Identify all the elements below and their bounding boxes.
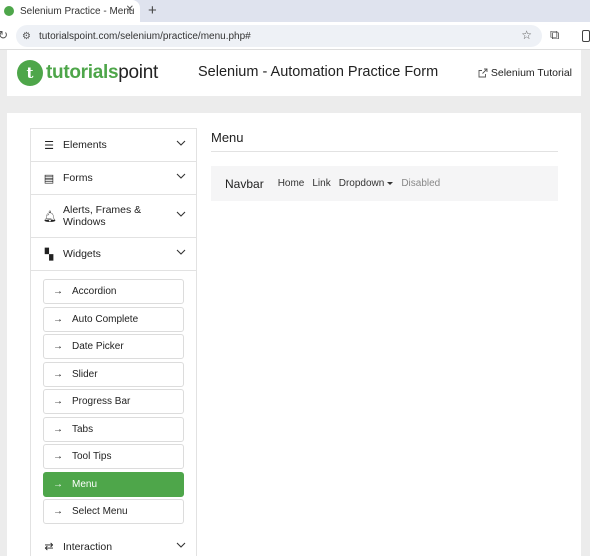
url-text: tutorialspoint.com/selenium/practice/men…: [38, 30, 251, 42]
caret-down-icon: [387, 181, 394, 185]
content-area: Menu Navbar Home Link Dropdown Disabled: [211, 130, 558, 201]
arrow-right-icon: →: [53, 286, 63, 297]
nav-dropdown[interactable]: Dropdown: [339, 178, 394, 189]
address-bar[interactable]: ⚙ tutorialspoint.com/selenium/practice/m…: [16, 25, 542, 47]
chevron-down-icon: [176, 540, 186, 550]
form-icon: ▤: [43, 172, 55, 185]
sidebar-section-elements[interactable]: ☰ Elements: [31, 129, 196, 162]
sidebar-item-tabs[interactable]: → Tabs: [43, 416, 184, 442]
close-icon[interactable]: ✕: [126, 4, 134, 15]
side-panel-icon[interactable]: [582, 30, 590, 42]
logo-text: tutorialspoint: [46, 62, 158, 83]
selenium-tutorial-link[interactable]: Selenium Tutorial: [478, 67, 572, 79]
sidebar-section-label: Widgets: [63, 248, 101, 260]
plus-icon[interactable]: +: [148, 2, 157, 19]
sidebar-item-date-picker[interactable]: → Date Picker: [43, 334, 184, 359]
arrow-right-icon: →: [53, 451, 63, 462]
site-logo[interactable]: t tutorialspoint: [17, 60, 158, 86]
browser-tab-title: Selenium Practice - Menu: [20, 5, 135, 17]
arrow-right-icon: →: [53, 478, 63, 490]
sidebar-item-select-menu[interactable]: → Select Menu: [43, 499, 184, 524]
widgets-list: → Accordion → Auto Complete → Date Picker →…: [31, 271, 196, 531]
sidebar-item-auto-complete[interactable]: → Auto Complete: [43, 306, 184, 332]
main-panel: ☰ Elements ▤ Forms 🔔︎ Alerts, Frames & Wi…: [7, 113, 581, 556]
widgets-icon: ▚: [44, 248, 54, 261]
logo-icon: t: [17, 60, 43, 86]
sidebar-section-alerts[interactable]: 🔔︎ Alerts, Frames & Windows: [31, 195, 196, 238]
nav-link-home[interactable]: Home: [278, 178, 305, 189]
nav-link-link[interactable]: Link: [312, 178, 330, 189]
sidebar-section-label: Alerts, Frames & Windows: [63, 204, 142, 228]
site-header: t tutorialspoint Selenium - Automation P…: [7, 50, 581, 96]
sidebar-section-label: Elements: [63, 139, 107, 151]
site-settings-icon[interactable]: ⚙: [22, 31, 31, 42]
browser-toolbar: ↻ ⚙ tutorialspoint.com/selenium/practice…: [0, 22, 590, 50]
navbar-brand[interactable]: Navbar: [225, 177, 264, 191]
chevron-down-icon: [176, 171, 186, 181]
sidebar-section-widgets[interactable]: ▚ Widgets: [31, 238, 196, 271]
favicon-icon: [4, 6, 14, 16]
sidebar-section-interaction[interactable]: ⇄ Interaction: [31, 531, 196, 556]
bell-icon: 🔔︎: [43, 210, 57, 223]
arrow-right-icon: →: [53, 423, 63, 435]
chevron-down-icon: [176, 247, 186, 257]
sidebar-item-slider[interactable]: → Slider: [43, 361, 184, 387]
hamburger-icon: ☰: [44, 139, 54, 152]
sidebar-section-label: Interaction: [63, 540, 113, 553]
arrow-right-icon: →: [53, 506, 63, 517]
bookmark-star-icon[interactable]: ☆: [521, 28, 532, 42]
arrow-right-icon: →: [53, 313, 63, 325]
nav-link-disabled: Disabled: [401, 178, 441, 189]
chevron-down-icon: [176, 209, 186, 219]
sidebar-item-tool-tips[interactable]: → Tool Tips: [43, 444, 184, 469]
arrow-right-icon: →: [53, 396, 63, 407]
arrows-icon: ⇄: [44, 541, 54, 553]
arrow-right-icon: →: [53, 341, 63, 352]
external-link-icon: [478, 68, 488, 78]
tutorial-link-label: Selenium Tutorial: [490, 67, 572, 79]
arrow-right-icon: →: [53, 368, 63, 380]
demo-navbar: Navbar Home Link Dropdown Disabled: [211, 166, 558, 201]
reload-icon[interactable]: ↻: [0, 28, 8, 42]
chevron-down-icon: [176, 138, 186, 148]
sidebar-section-forms[interactable]: ▤ Forms: [31, 162, 196, 195]
browser-tab[interactable]: Selenium Practice - Menu ✕: [0, 0, 140, 22]
sidebar: ☰ Elements ▤ Forms 🔔︎ Alerts, Frames & Wi…: [30, 128, 197, 556]
sidebar-item-menu[interactable]: → Menu: [43, 471, 184, 497]
extensions-icon[interactable]: ⧉: [550, 27, 559, 43]
sidebar-section-label: Forms: [63, 172, 93, 184]
sidebar-item-progress-bar[interactable]: → Progress Bar: [43, 389, 184, 414]
sidebar-item-accordion[interactable]: → Accordion: [43, 279, 184, 304]
section-heading: Menu: [211, 130, 558, 152]
browser-tab-bar: Selenium Practice - Menu ✕ +: [0, 0, 590, 22]
page-title: Selenium - Automation Practice Form: [198, 64, 439, 80]
